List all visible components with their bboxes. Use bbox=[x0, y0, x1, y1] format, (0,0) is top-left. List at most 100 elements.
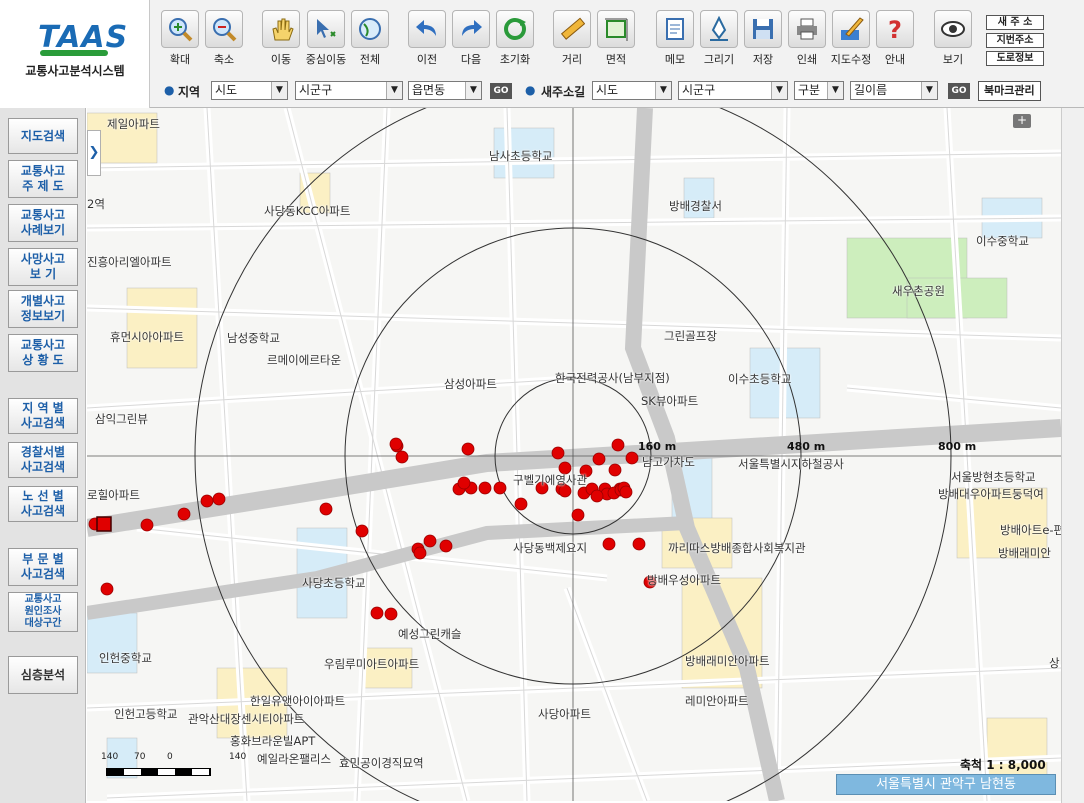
search-bar: ● 지역 시도 ▼ 시군구 ▼ 읍면동 ▼ GO ● 새주소길 시도 ▼ 시군구 ▼ 구분… bbox=[150, 78, 1084, 106]
map-poi-label: 레미안아파트 bbox=[685, 694, 749, 708]
accident-marker bbox=[478, 481, 492, 495]
apt-area bbox=[126, 287, 198, 369]
accident-marker bbox=[592, 452, 606, 466]
accident-marker bbox=[493, 481, 507, 495]
sidebar-region-search[interactable]: 지 역 별 사고검색 bbox=[8, 398, 78, 434]
zoomout-button[interactable]: 축소 bbox=[202, 10, 246, 67]
chevron-down-icon: ▼ bbox=[921, 82, 937, 99]
region-sigungu-value: 시군구 bbox=[299, 83, 333, 97]
area-button[interactable]: 면적 bbox=[594, 10, 638, 67]
full-extent-icon bbox=[351, 10, 389, 48]
accident-marker bbox=[571, 508, 585, 522]
new-address-label: 새주소길 bbox=[541, 85, 586, 99]
memo-button[interactable]: 메모 bbox=[653, 10, 697, 67]
panel-toggle-handle[interactable]: ❯ bbox=[87, 130, 101, 176]
map-poi-label: 서울특별시지하철공사 bbox=[738, 457, 844, 471]
accident-marker bbox=[140, 518, 154, 532]
map-poi-label: 상 bbox=[1049, 656, 1060, 670]
distance-label-480: 480 m bbox=[787, 440, 826, 453]
map-poi-label: 진흥아리엘아파트 bbox=[87, 255, 172, 269]
guide-label: 안내 bbox=[884, 53, 906, 66]
app-logo[interactable]: TAAS 교통사고분석시스템 bbox=[0, 0, 150, 108]
map-poi-label: 사당동KCC아파트 bbox=[264, 204, 351, 218]
new-address-go-button[interactable]: GO bbox=[948, 83, 970, 99]
vertical-scrollbar[interactable] bbox=[1061, 108, 1084, 803]
sidebar-route-search[interactable]: 노 선 별 사고검색 bbox=[8, 486, 78, 522]
sidebar-cause-survey[interactable]: 교통사고 원인조사 대상구간 bbox=[8, 592, 78, 632]
map-poi-label: 까리따스방배종합사회복지관 bbox=[668, 541, 806, 555]
expand-icon[interactable]: + bbox=[1013, 114, 1031, 128]
map-canvas[interactable] bbox=[87, 108, 1061, 801]
sidebar-police-search[interactable]: 경찰서별 사고검색 bbox=[8, 442, 78, 478]
next-label: 다음 bbox=[460, 53, 482, 66]
sidebar-theme-map[interactable]: 교통사고 주 제 도 bbox=[8, 160, 78, 198]
map-poi-label: 르메이에르타운 bbox=[267, 353, 342, 367]
new-sigungu-select[interactable]: 시군구 ▼ bbox=[678, 81, 788, 100]
accident-marker bbox=[389, 437, 403, 451]
region-sido-select[interactable]: 시도 ▼ bbox=[211, 81, 288, 100]
map-poi-label: 제일아파트 bbox=[107, 117, 160, 131]
new-road-select[interactable]: 길이름 ▼ bbox=[850, 81, 938, 100]
map-poi-label: 인헌고등학교 bbox=[114, 707, 178, 721]
memo-label: 메모 bbox=[664, 53, 686, 66]
map-poi-label: 홍화브라운빌APT bbox=[230, 734, 316, 748]
accident-marker bbox=[514, 497, 528, 511]
sidebar-map-search[interactable]: 지도검색 bbox=[8, 118, 78, 154]
system-name: 교통사고분석시스템 bbox=[25, 64, 125, 78]
full-button[interactable]: 전체 bbox=[348, 10, 392, 67]
print-button[interactable]: 인쇄 bbox=[785, 10, 829, 67]
distance-button[interactable]: 거리 bbox=[550, 10, 594, 67]
lot-address-button[interactable]: 지번주소 bbox=[986, 33, 1044, 48]
region-dong-select[interactable]: 읍면동 ▼ bbox=[408, 81, 482, 100]
pan-button[interactable]: 이동 bbox=[259, 10, 303, 67]
chevron-down-icon: ▼ bbox=[271, 82, 287, 99]
zoomin-label: 확대 bbox=[169, 53, 191, 66]
street-edge bbox=[946, 108, 988, 801]
region-go-button[interactable]: GO bbox=[490, 83, 512, 99]
reset-button[interactable]: 초기화 bbox=[493, 10, 537, 67]
prev-label: 이전 bbox=[416, 53, 438, 66]
edit-button[interactable]: 지도수정 bbox=[829, 10, 873, 67]
region-sigungu-select[interactable]: 시군구 ▼ bbox=[295, 81, 403, 100]
street-edge bbox=[87, 152, 1061, 169]
scale-bar: 140 70 0 140 bbox=[101, 752, 246, 782]
accident-marker bbox=[619, 485, 633, 499]
map-view[interactable]: 제일아파트 남사초등학교 사당동KCC아파트 방배경찰서 이수중학교 새우촌공원 진흥아리엘… bbox=[87, 108, 1061, 801]
sidebar-situation-map[interactable]: 교통사고 상 황 도 bbox=[8, 334, 78, 372]
view-button[interactable]: 보기 bbox=[931, 10, 975, 67]
back-arrow-icon bbox=[408, 10, 446, 48]
pan-label: 이동 bbox=[270, 53, 292, 66]
map-poi-label: 방배대우아파트둥덕여 bbox=[938, 487, 1044, 501]
guide-button[interactable]: ? 안내 bbox=[873, 10, 917, 67]
new-address-button[interactable]: 새 주 소 bbox=[986, 15, 1044, 30]
current-region-label: 서울특별시 관악구 남현동 bbox=[836, 774, 1056, 795]
road-info-button[interactable]: 도로정보 bbox=[986, 51, 1044, 66]
draw-button[interactable]: 그리기 bbox=[697, 10, 741, 67]
chevron-down-icon: ▼ bbox=[827, 82, 843, 99]
map-poi-label: 방배래미안 bbox=[998, 546, 1051, 560]
bookmark-button[interactable]: 북마크관리 bbox=[978, 81, 1041, 101]
zoom-out-icon bbox=[205, 10, 243, 48]
save-button[interactable]: 저장 bbox=[741, 10, 785, 67]
accident-marker bbox=[212, 492, 226, 506]
sidebar-case-view[interactable]: 교통사고 사례보기 bbox=[8, 204, 78, 242]
sidebar-sector-search[interactable]: 부 문 별 사고검색 bbox=[8, 548, 78, 586]
prev-button[interactable]: 이전 bbox=[405, 10, 449, 67]
brush-icon bbox=[832, 10, 870, 48]
printer-icon bbox=[788, 10, 826, 48]
zoomin-button[interactable]: 확대 bbox=[158, 10, 202, 67]
distance-label-800: 800 m bbox=[938, 440, 977, 453]
new-gubun-select[interactable]: 구분 ▼ bbox=[794, 81, 844, 100]
logo-swoosh bbox=[40, 50, 108, 56]
accident-marker bbox=[370, 606, 384, 620]
accident-marker bbox=[632, 537, 646, 551]
center-button[interactable]: 중심이동 bbox=[304, 10, 348, 67]
new-sido-select[interactable]: 시도 ▼ bbox=[592, 81, 672, 100]
next-button[interactable]: 다음 bbox=[449, 10, 493, 67]
sidebar-fatal-view[interactable]: 사망사고 보 기 bbox=[8, 248, 78, 286]
accident-marker bbox=[602, 537, 616, 551]
accident-marker bbox=[608, 463, 622, 477]
sidebar-deep-analysis[interactable]: 심층분석 bbox=[8, 656, 78, 694]
map-poi-label: 2역 bbox=[87, 197, 105, 211]
sidebar-individual-info[interactable]: 개별사고 정보보기 bbox=[8, 290, 78, 328]
